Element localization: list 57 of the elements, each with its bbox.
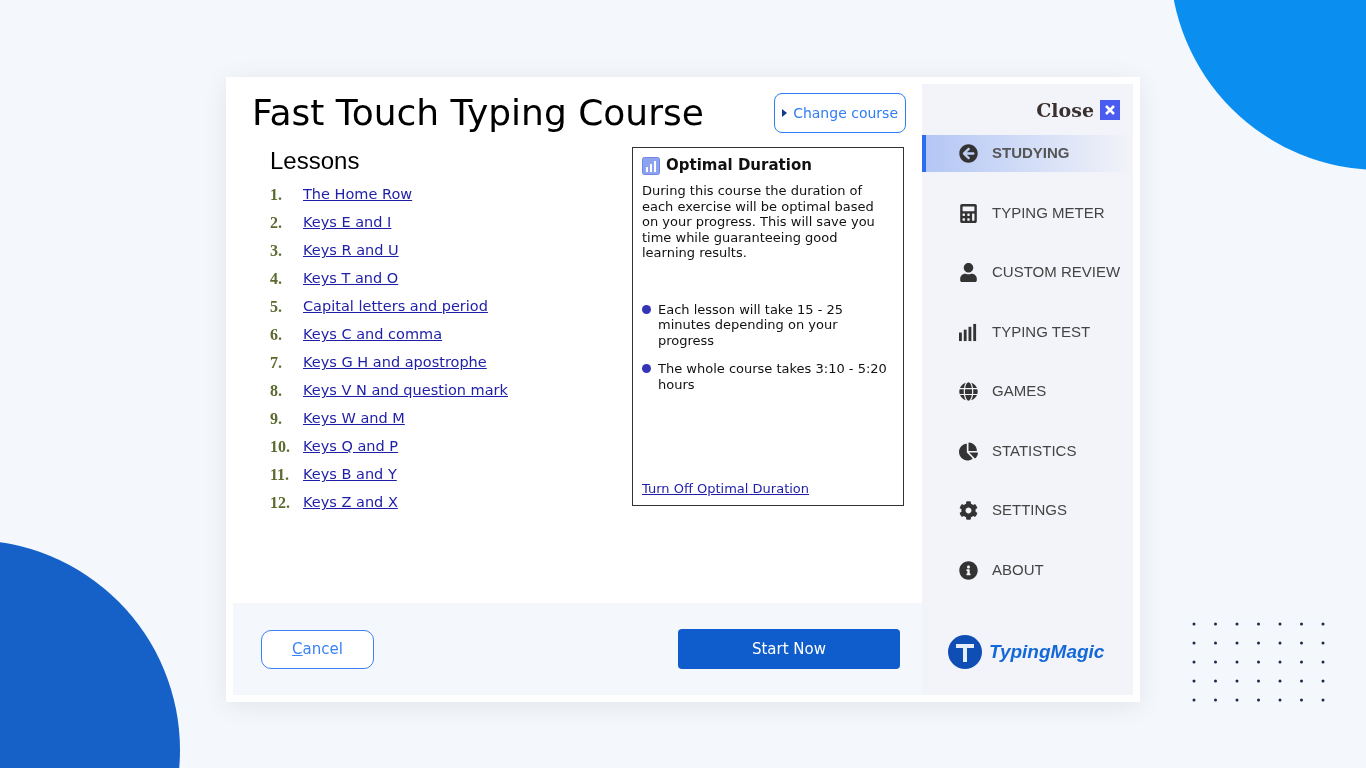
bar-chart-icon (642, 157, 660, 175)
logo-icon (948, 635, 982, 669)
lesson-number: 5. (270, 297, 283, 317)
info-bullet-text: The whole course takes 3:10 - 5:20 hours (658, 361, 888, 392)
lesson-number: 3. (270, 241, 283, 261)
lesson-link[interactable]: The Home Row (303, 184, 413, 206)
lesson-number: 6. (270, 325, 283, 345)
lessons-heading: Lessons (270, 149, 361, 173)
sidebar-item[interactable]: TYPING TEST (922, 313, 1133, 351)
info-description: During this course the duration of each exercise will be optimal based on your progress. This will save you time while guaranteeing good learning results. (642, 183, 876, 261)
lesson-number: 9. (270, 409, 283, 429)
lesson-number: 2. (270, 213, 283, 233)
lesson-link[interactable]: Keys W and M (303, 408, 405, 430)
lesson-number: 7. (270, 353, 283, 373)
sidebar-item[interactable]: STATISTICS (922, 432, 1133, 470)
sidebar-item[interactable]: SETTINGS (922, 492, 1133, 529)
lesson-link[interactable]: Keys E and I (303, 212, 392, 234)
lesson-number: 8. (270, 381, 283, 401)
lesson-number: 12. (270, 493, 291, 513)
lesson-link[interactable]: Keys T and O (303, 268, 399, 290)
sidebar-item[interactable]: GAMES (922, 373, 1133, 410)
lesson-number: 11. (270, 465, 291, 485)
settings-icon (959, 501, 978, 520)
lesson-number: 4. (270, 269, 283, 289)
lesson-number: 10. (270, 437, 291, 457)
lesson-link[interactable]: Keys V N and question mark (303, 380, 508, 402)
sidebar-item[interactable]: TYPING METER (922, 194, 1133, 232)
lesson-link[interactable]: Keys Z and X (303, 492, 398, 514)
pie-chart-icon (959, 441, 978, 461)
sidebar-item[interactable]: ABOUT (922, 551, 1133, 589)
close-icon[interactable] (1100, 100, 1120, 120)
start-now-button[interactable]: Start Now (678, 629, 900, 669)
sidebar-item[interactable]: CUSTOM REVIEW (922, 254, 1133, 291)
change-course-button[interactable]: Change course (774, 93, 906, 133)
close-label[interactable]: Close (1036, 95, 1094, 125)
info-bullet-text: Each lesson will take 15 - 25 minutes depending on your progress (658, 301, 845, 348)
back-arrow-icon (959, 144, 978, 163)
bullet-icon (642, 364, 651, 373)
lesson-number: 1. (270, 185, 283, 205)
bullet-icon (642, 304, 651, 314)
caret-icon (782, 109, 788, 117)
globe-icon (959, 382, 978, 401)
turn-off-link[interactable]: Turn Off Optimal Duration (642, 480, 810, 496)
cancel-button[interactable]: Cancel (261, 629, 374, 669)
person-icon (959, 263, 978, 282)
lesson-link[interactable]: Keys C and comma (303, 324, 443, 346)
calculator-icon (959, 203, 978, 223)
brand-name: TypingMagic (989, 639, 1105, 664)
lesson-link[interactable]: Capital letters and period (303, 296, 488, 318)
info-icon (959, 560, 978, 580)
lesson-link[interactable]: Keys R and U (303, 240, 399, 262)
course-title: Fast Touch Typing Course (252, 95, 704, 131)
info-title: Optimal Duration (666, 158, 812, 174)
bar-chart-icon (959, 322, 978, 342)
lesson-link[interactable]: Keys Q and P (303, 436, 399, 458)
lesson-link[interactable]: Keys B and Y (303, 464, 397, 486)
lesson-link[interactable]: Keys G H and apostrophe (303, 352, 487, 374)
